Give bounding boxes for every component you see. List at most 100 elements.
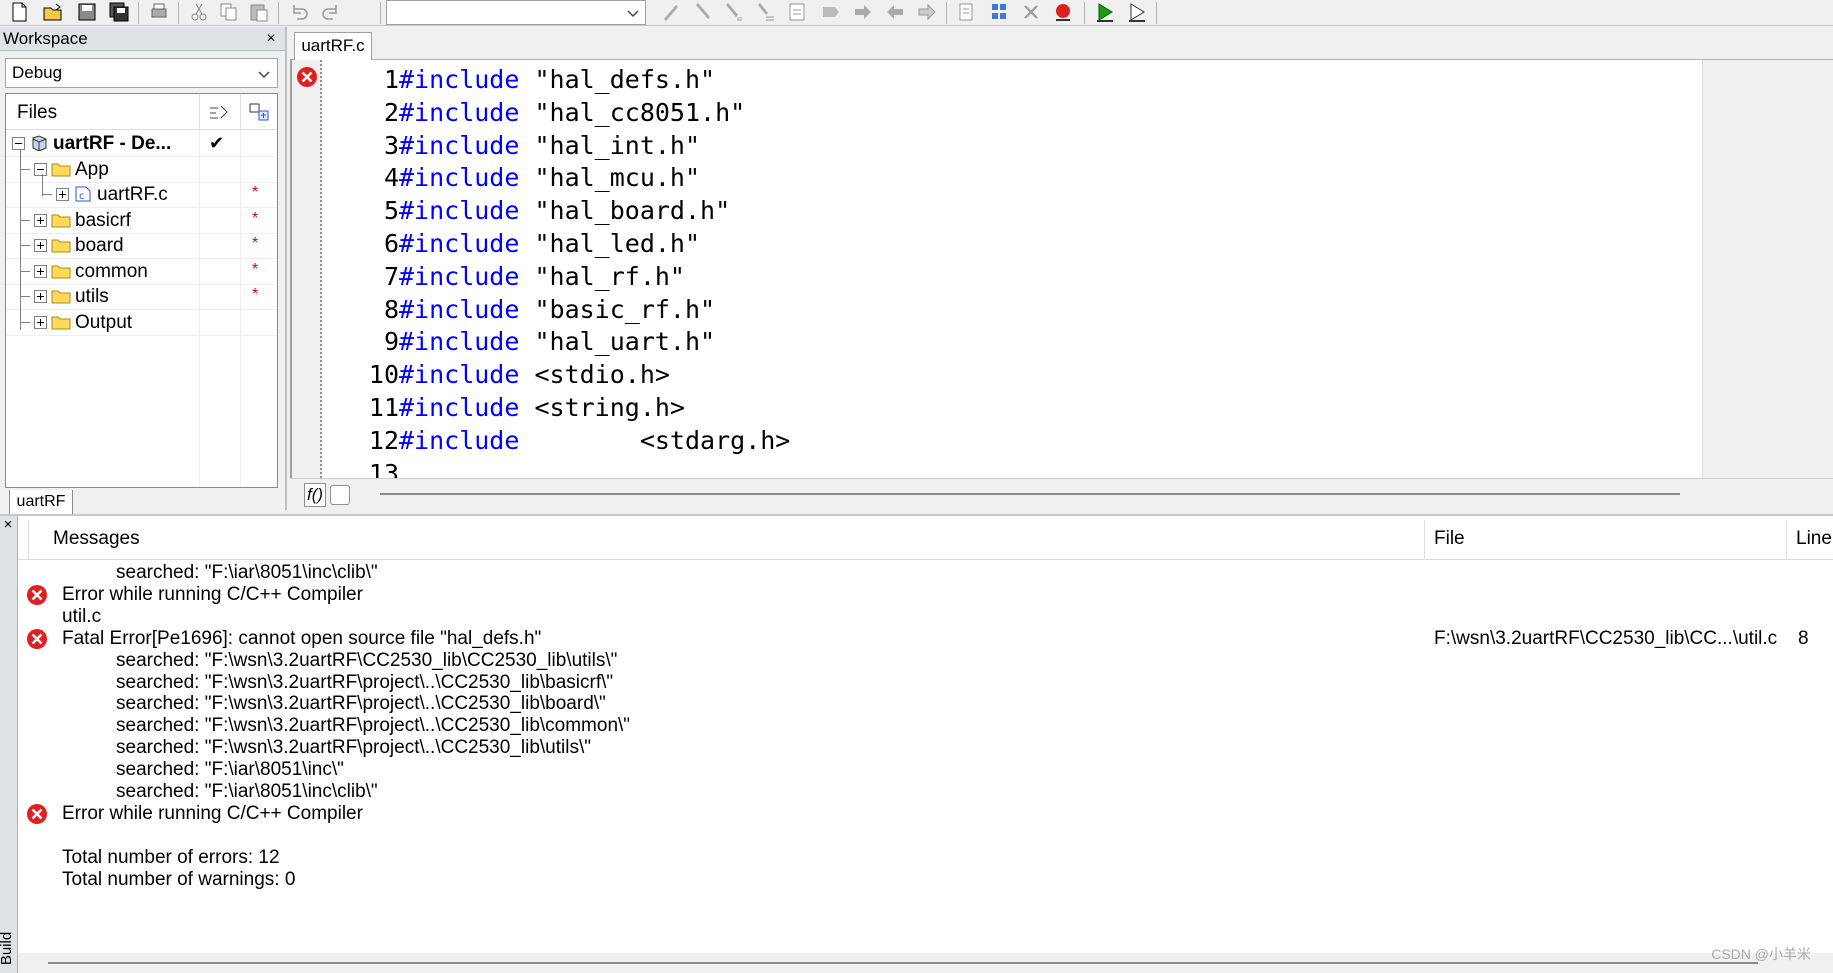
- breakpoint-icon[interactable]: [1048, 0, 1078, 24]
- message-row[interactable]: Total number of warnings: 0: [18, 867, 1833, 893]
- editor-gutter[interactable]: [292, 60, 322, 478]
- expand-icon[interactable]: [34, 315, 47, 329]
- code-line[interactable]: 8#include "basic_rf.h": [324, 294, 1704, 327]
- code-line[interactable]: 1#include "hal_defs.h": [324, 64, 1704, 97]
- find-prev-icon[interactable]: [688, 0, 718, 24]
- code-content[interactable]: 1#include "hal_defs.h" 2#include "hal_cc8…: [324, 64, 1704, 478]
- collapse-icon[interactable]: [12, 137, 25, 150]
- line-number: 6: [383, 228, 399, 258]
- tree-item-uartrf-c[interactable]: c uartRF.c *: [6, 182, 277, 208]
- keyword: #include: [399, 327, 520, 357]
- tree-item-basicrf[interactable]: basicrf *: [6, 208, 277, 234]
- folder-icon: [51, 265, 71, 278]
- code-text: "hal_board.h": [519, 196, 731, 226]
- code-line[interactable]: 5#include "hal_board.h": [324, 195, 1704, 228]
- download-and-debug-icon[interactable]: [1090, 0, 1120, 24]
- goto-icon[interactable]: [782, 0, 812, 24]
- save-all-icon[interactable]: [104, 0, 134, 24]
- paste-icon[interactable]: [244, 0, 274, 24]
- find-combo[interactable]: [386, 0, 646, 25]
- code-text: "hal_led.h": [519, 228, 701, 258]
- workspace-tab-uartrf[interactable]: uartRF: [9, 490, 73, 516]
- code-line[interactable]: 13: [324, 458, 1704, 478]
- save-icon[interactable]: [72, 0, 102, 24]
- options-icon[interactable]: [208, 103, 230, 121]
- undo-icon[interactable]: [284, 0, 314, 24]
- code-line[interactable]: 3#include "hal_int.h": [324, 130, 1704, 163]
- collapse-icon[interactable]: [34, 162, 47, 176]
- chevron-down-icon[interactable]: [625, 5, 641, 21]
- code-line[interactable]: 11#include <string.h>: [324, 392, 1704, 425]
- debug-without-download-icon[interactable]: [1122, 0, 1152, 24]
- tree-item-output[interactable]: Output: [6, 310, 277, 336]
- code-line[interactable]: 2#include "hal_cc8051.h": [324, 97, 1704, 130]
- chevron-down-icon[interactable]: [256, 66, 272, 82]
- tree-item-utils[interactable]: utils *: [6, 284, 277, 310]
- replace-icon[interactable]: [750, 0, 780, 24]
- code-line[interactable]: 7#include "hal_rf.h": [324, 261, 1704, 294]
- next-bookmark-icon[interactable]: [848, 0, 878, 24]
- toggle-bookmark-icon[interactable]: [912, 0, 942, 24]
- editor-margin: [1702, 60, 1833, 478]
- build-tab-label[interactable]: Build: [0, 932, 15, 965]
- close-icon[interactable]: ×: [0, 516, 16, 536]
- file-column-header[interactable]: File: [1434, 528, 1465, 550]
- expand-icon[interactable]: [34, 264, 47, 278]
- new-file-icon[interactable]: [4, 0, 34, 24]
- code-text: <stdarg.h>: [519, 425, 791, 455]
- tree-item-app[interactable]: App: [6, 157, 277, 183]
- configuration-select[interactable]: Debug: [5, 58, 278, 88]
- tree-item-uartrf-de[interactable]: uartRF - De... ✔: [6, 131, 277, 157]
- open-folder-icon[interactable]: [38, 0, 68, 24]
- code-line[interactable]: 4#include "hal_mcu.h": [324, 162, 1704, 195]
- prev-bookmark-icon[interactable]: [880, 0, 910, 24]
- line-column-header[interactable]: Line: [1796, 528, 1832, 550]
- cut-icon[interactable]: [184, 0, 214, 24]
- compile-icon[interactable]: [952, 0, 982, 24]
- function-navigator-button[interactable]: f(): [304, 483, 326, 507]
- expand-icon[interactable]: [56, 188, 69, 201]
- code-line[interactable]: 12#include <stdarg.h>: [324, 425, 1704, 458]
- modified-marker: *: [252, 209, 259, 227]
- editor-tab-uartrf-c[interactable]: uartRF.c: [294, 32, 372, 60]
- line-number: 13: [368, 458, 399, 478]
- horizontal-scrollbar[interactable]: [18, 953, 1833, 973]
- expand-icon[interactable]: [34, 213, 47, 227]
- tree-item-board[interactable]: board *: [6, 233, 277, 259]
- find-in-files-icon[interactable]: [718, 0, 748, 24]
- expand-icon[interactable]: [34, 290, 47, 303]
- tree-item-common[interactable]: common *: [6, 259, 277, 285]
- copy-icon[interactable]: [214, 0, 244, 24]
- project-settings-icon[interactable]: [248, 102, 270, 122]
- folder-icon: [51, 290, 71, 304]
- code-text: "basic_rf.h": [519, 294, 716, 324]
- keyword: #include: [399, 360, 520, 390]
- code-text: "hal_uart.h": [519, 327, 716, 357]
- expand-icon[interactable]: [34, 239, 47, 252]
- code-line[interactable]: 9#include "hal_uart.h": [324, 326, 1704, 359]
- function-navigator-box[interactable]: [330, 485, 350, 505]
- stop-build-icon[interactable]: [1016, 0, 1046, 24]
- folder-icon: [51, 214, 71, 227]
- code-text: "hal_defs.h": [519, 65, 716, 94]
- error-icon: [27, 803, 47, 824]
- line-number: 2: [383, 97, 399, 127]
- redo-icon[interactable]: [316, 0, 346, 24]
- messages-column-header[interactable]: Messages: [53, 528, 140, 550]
- horizontal-scrollbar[interactable]: [380, 493, 1680, 495]
- find-next-icon[interactable]: [656, 0, 686, 24]
- tree-item-label: board: [75, 235, 124, 256]
- code-line[interactable]: 6#include "hal_led.h": [324, 228, 1704, 261]
- print-icon[interactable]: [144, 0, 174, 24]
- make-icon[interactable]: [984, 0, 1014, 24]
- files-column-header[interactable]: Files: [17, 102, 57, 124]
- keyword: #include: [399, 163, 520, 193]
- workspace-panel: Workspace × Debug Files uartRF - De... ✔ A…: [0, 27, 287, 516]
- bookmark-icon[interactable]: [816, 0, 846, 24]
- line-number: 12: [368, 425, 399, 455]
- close-icon[interactable]: ×: [263, 27, 279, 51]
- code-editor[interactable]: 1#include "hal_defs.h" 2#include "hal_cc8…: [290, 60, 1833, 478]
- code-line[interactable]: 10#include <stdio.h>: [324, 359, 1704, 392]
- folder-icon: [51, 316, 71, 329]
- keyword: #include: [399, 261, 520, 291]
